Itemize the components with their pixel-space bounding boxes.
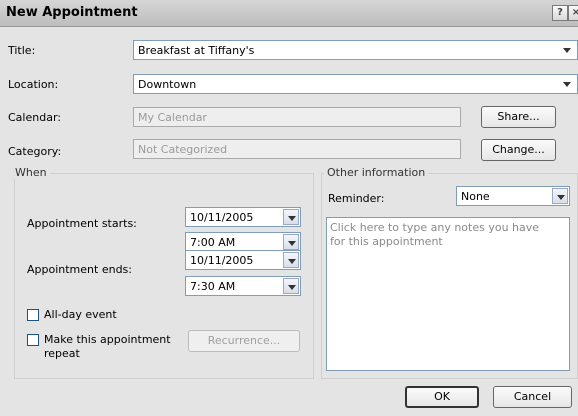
all-day-label: All-day event — [44, 308, 117, 321]
chevron-down-icon[interactable] — [283, 234, 299, 250]
end-time-value: 7:30 AM — [190, 280, 236, 293]
start-time-field[interactable]: 7:00 AM — [185, 232, 301, 252]
end-date-field[interactable]: 10/11/2005 — [185, 250, 301, 270]
chevron-down-icon[interactable] — [560, 75, 574, 93]
chevron-down-icon[interactable] — [560, 41, 574, 59]
location-label: Location: — [8, 78, 59, 91]
reminder-value: None — [461, 190, 490, 203]
recurrence-button[interactable]: Recurrence... — [188, 330, 300, 352]
share-button[interactable]: Share... — [481, 106, 556, 128]
ok-button[interactable]: OK — [405, 386, 479, 408]
category-field: Not Categorized — [133, 139, 461, 159]
end-time-field[interactable]: 7:30 AM — [185, 276, 301, 296]
chevron-down-icon[interactable] — [552, 188, 568, 204]
repeat-checkbox[interactable] — [27, 334, 39, 346]
title-field[interactable]: Breakfast at Tiffany's — [133, 40, 578, 60]
chevron-down-icon[interactable] — [283, 252, 299, 268]
new-appointment-dialog: New Appointment ? × Title: Breakfast at … — [0, 0, 578, 416]
chevron-down-icon[interactable] — [283, 209, 299, 225]
when-group-label: When — [12, 166, 50, 179]
location-field[interactable]: Downtown — [133, 74, 578, 94]
close-button[interactable]: × — [568, 5, 578, 21]
calendar-value: My Calendar — [138, 111, 207, 124]
all-day-checkbox[interactable] — [27, 309, 39, 321]
start-time-value: 7:00 AM — [190, 236, 236, 249]
reminder-label: Reminder: — [328, 192, 385, 205]
start-date-field[interactable]: 10/11/2005 — [185, 207, 301, 227]
title-value: Breakfast at Tiffany's — [138, 44, 255, 57]
window-title: New Appointment — [6, 5, 138, 20]
title-label: Title: — [8, 44, 36, 57]
cancel-button[interactable]: Cancel — [493, 386, 572, 408]
calendar-field: My Calendar — [133, 107, 461, 127]
reminder-field[interactable]: None — [456, 186, 570, 206]
notes-textarea[interactable]: Click here to type any notes you have fo… — [326, 217, 570, 371]
title-bar: New Appointment ? × — [0, 0, 578, 27]
appointment-ends-label: Appointment ends: — [27, 263, 132, 276]
end-date-value: 10/11/2005 — [190, 254, 254, 267]
chevron-down-icon[interactable] — [283, 278, 299, 294]
other-information-label: Other information — [324, 166, 429, 179]
location-value: Downtown — [138, 78, 197, 91]
start-date-value: 10/11/2005 — [190, 211, 254, 224]
category-value: Not Categorized — [138, 143, 228, 156]
repeat-label: Make this appointment repeat — [44, 333, 171, 360]
notes-placeholder: Click here to type any notes you have fo… — [330, 221, 540, 248]
help-button[interactable]: ? — [552, 5, 568, 21]
appointment-starts-label: Appointment starts: — [27, 217, 137, 230]
category-label: Category: — [8, 145, 62, 158]
change-button[interactable]: Change... — [481, 139, 556, 161]
calendar-label: Calendar: — [8, 111, 61, 124]
